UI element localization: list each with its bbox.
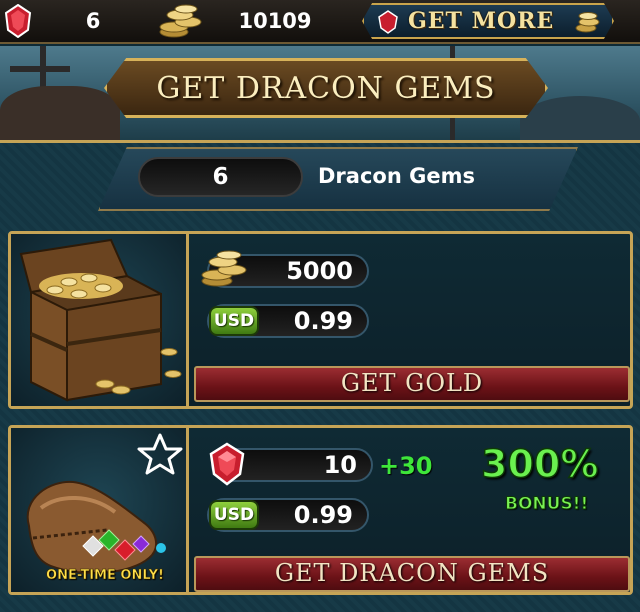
gold-count: 10109 <box>238 9 312 33</box>
get-gold-button[interactable]: GET GOLD <box>194 366 630 402</box>
usd-badge: USD <box>209 306 259 336</box>
bonus-gem-amount: +30 <box>379 452 433 480</box>
gold-coins-icon <box>201 250 247 287</box>
treasure-chest-icon <box>19 238 182 402</box>
get-more-button[interactable]: GET MORE <box>362 3 614 39</box>
gem-balance-label: Dracon Gems <box>318 164 475 188</box>
usd-badge: USD <box>209 500 259 530</box>
shop-panel: 6 Dracon Gems 5000 USD 0.99 GET GOLD ONE… <box>0 140 640 612</box>
ruby-gem-icon <box>378 10 398 34</box>
get-more-label: GET MORE <box>408 8 555 34</box>
page-title: GET DRACON GEMS <box>156 71 496 106</box>
bonus-percent: 300% <box>480 441 599 487</box>
title-banner: GET DRACON GEMS <box>104 58 548 118</box>
bonus-label: BONUS!! <box>504 494 589 515</box>
gem-balance-value: 6 <box>138 157 303 197</box>
gold-coins-icon <box>575 12 600 33</box>
gem-offer-card: ONE-TIME ONLY! 10 +30 300% BONUS!! USD 0… <box>8 425 633 595</box>
star-outline-icon[interactable] <box>137 432 183 476</box>
one-time-only-badge: ONE-TIME ONLY! <box>46 568 164 584</box>
offer-art <box>11 234 189 406</box>
resource-bar: 6 10109 GET MORE <box>0 0 640 44</box>
ruby-gem-icon <box>4 4 32 38</box>
gold-coins-icon <box>159 4 202 38</box>
ruby-gem-icon <box>209 442 245 486</box>
gem-count: 6 <box>85 9 101 33</box>
gold-offer-card: 5000 USD 0.99 GET GOLD <box>8 231 633 409</box>
get-dracon-gems-button[interactable]: GET DRACON GEMS <box>194 556 630 592</box>
